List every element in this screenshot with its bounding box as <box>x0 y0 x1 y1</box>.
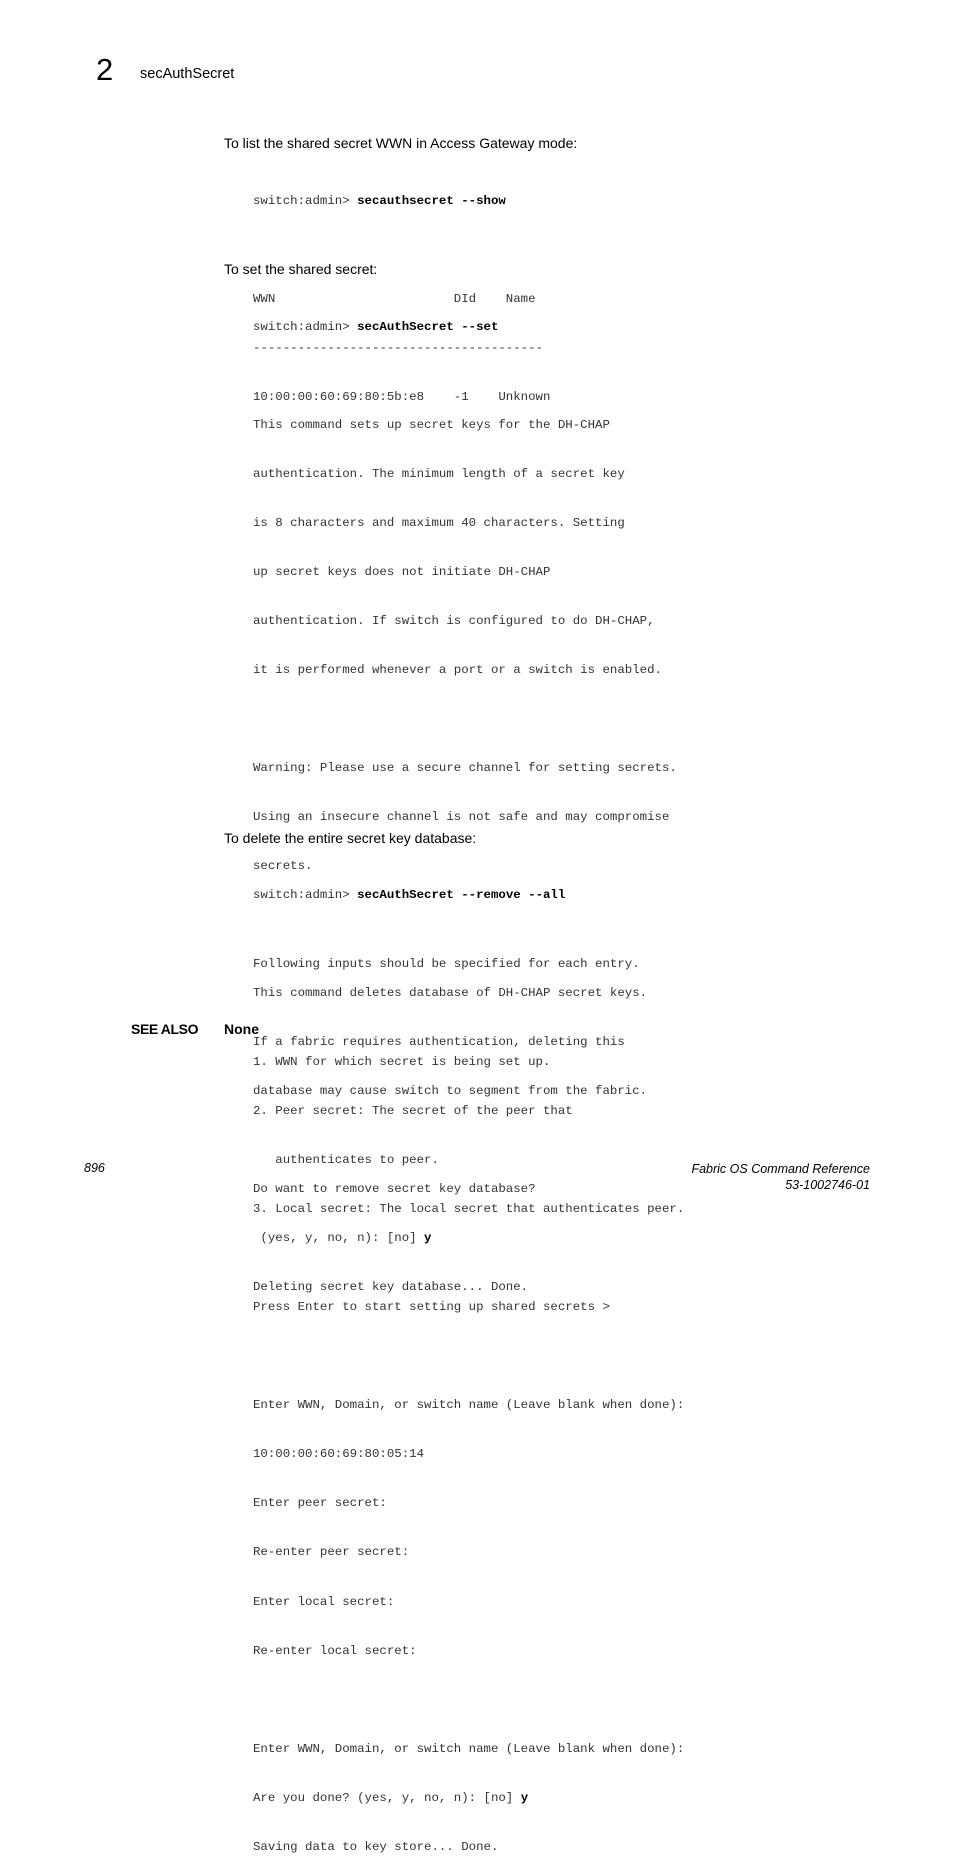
confirm-answer: y <box>520 1790 529 1805</box>
output-line: Warning: Please use a secure channel for… <box>253 760 677 775</box>
output-line: If a fabric requires authentication, del… <box>253 1034 625 1049</box>
output-line: 10:00:00:60:69:80:05:14 <box>253 1447 425 1462</box>
output-line: database may cause switch to segment fro… <box>253 1083 648 1098</box>
prompt: switch:admin> <box>253 887 358 902</box>
command: secauthsecret --show <box>357 193 506 208</box>
output-line: Enter local secret: <box>253 1594 395 1609</box>
section-intro-list: To list the shared secret WWN in Access … <box>224 135 578 151</box>
see-also-label: SEE ALSO <box>131 1021 199 1037</box>
chapter-number: 2 <box>96 52 114 87</box>
output-line: Enter peer secret: <box>253 1496 387 1511</box>
chapter-title: secAuthSecret <box>140 66 235 82</box>
footer-page-number: 896 <box>84 1161 105 1175</box>
output-line: is 8 characters and maximum 40 character… <box>253 515 625 530</box>
output-line: Saving data to key store... Done. <box>253 1839 499 1854</box>
command: secAuthSecret --set <box>357 319 499 334</box>
code-block-delete: switch:admin> secAuthSecret --remove --a… <box>253 854 647 1312</box>
command-line: switch:admin> secauthsecret --show <box>253 193 550 209</box>
output-line: Re-enter peer secret: <box>253 1545 410 1560</box>
output-line: authentication. If switch is configured … <box>253 613 655 628</box>
output-line: Enter WWN, Domain, or switch name (Leave… <box>253 1741 685 1756</box>
footer-book-title: Fabric OS Command Reference <box>691 1162 870 1176</box>
command-line: switch:admin> secAuthSecret --set <box>253 319 684 335</box>
output-line: it is performed whenever a port or a swi… <box>253 662 662 677</box>
output-line: Enter WWN, Domain, or switch name (Leave… <box>253 1398 685 1413</box>
output-line: This command sets up secret keys for the… <box>253 417 610 432</box>
output-line: This command deletes database of DH-CHAP… <box>253 985 648 1000</box>
confirm-line: Are you done? (yes, y, no, n): [no] y <box>253 1790 684 1806</box>
output-line: authentication. The minimum length of a … <box>253 466 625 481</box>
prompt: switch:admin> <box>253 319 358 334</box>
confirm-prompt: (yes, y, no, n): [no] <box>253 1230 425 1245</box>
command-line: switch:admin> secAuthSecret --remove --a… <box>253 887 647 903</box>
output-line: Re-enter local secret: <box>253 1643 417 1658</box>
confirm-answer: y <box>424 1230 432 1245</box>
footer-doc-id: 53-1002746-01 <box>785 1178 870 1192</box>
output-line: Do want to remove secret key database? <box>253 1181 536 1196</box>
confirm-prompt: Are you done? (yes, y, no, n): [no] <box>253 1790 521 1805</box>
see-also-value: None <box>224 1021 259 1037</box>
output-line: Deleting secret key database... Done. <box>253 1279 529 1294</box>
footer-reference: Fabric OS Command Reference 53-1002746-0… <box>691 1161 870 1193</box>
output-line: up secret keys does not initiate DH-CHAP <box>253 564 551 579</box>
command: secAuthSecret --remove --all <box>357 887 566 902</box>
section-intro-set: To set the shared secret: <box>224 261 378 277</box>
output-line: Using an insecure channel is not safe an… <box>253 810 670 824</box>
prompt: switch:admin> <box>253 193 358 208</box>
section-intro-delete: To delete the entire secret key database… <box>224 830 477 846</box>
confirm-line: (yes, y, no, n): [no] y <box>253 1230 647 1246</box>
